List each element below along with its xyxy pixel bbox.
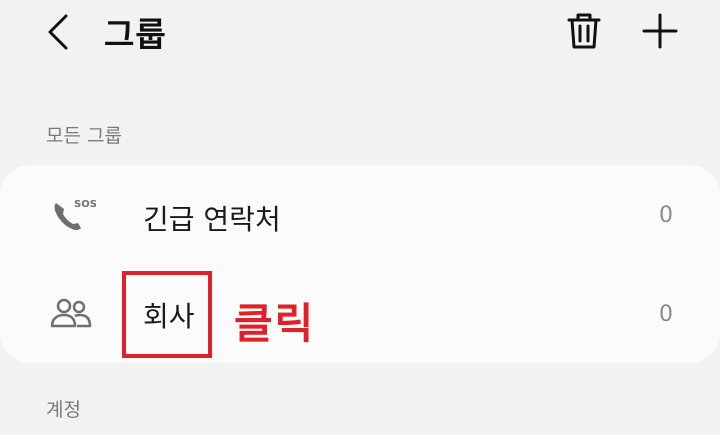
back-button[interactable] <box>40 10 80 54</box>
group-list-card: SOS 긴급 연락처 0 회사 0 <box>0 165 720 363</box>
group-count: 0 <box>659 302 673 327</box>
delete-button[interactable] <box>562 9 606 53</box>
highlight-box <box>122 271 212 358</box>
svg-text:SOS: SOS <box>74 199 96 210</box>
group-item-emergency-contacts[interactable]: SOS 긴급 연락처 0 <box>0 165 720 264</box>
plus-icon <box>642 13 678 49</box>
group-label: 긴급 연락처 <box>143 203 281 236</box>
phone-sos-icon: SOS <box>54 199 96 231</box>
chevron-left-icon <box>48 14 68 50</box>
page-title: 그룹 <box>104 15 167 54</box>
trash-icon <box>567 13 601 49</box>
section-header-all-groups: 모든 그룹 <box>46 125 122 147</box>
section-header-accounts: 계정 <box>46 399 81 421</box>
top-app-bar: 그룹 <box>0 0 720 70</box>
group-count: 0 <box>659 203 673 228</box>
click-annotation: 클릭 <box>234 299 316 348</box>
group-item-company[interactable]: 회사 0 <box>0 264 720 363</box>
add-group-button[interactable] <box>638 9 682 53</box>
people-icon <box>50 298 92 328</box>
